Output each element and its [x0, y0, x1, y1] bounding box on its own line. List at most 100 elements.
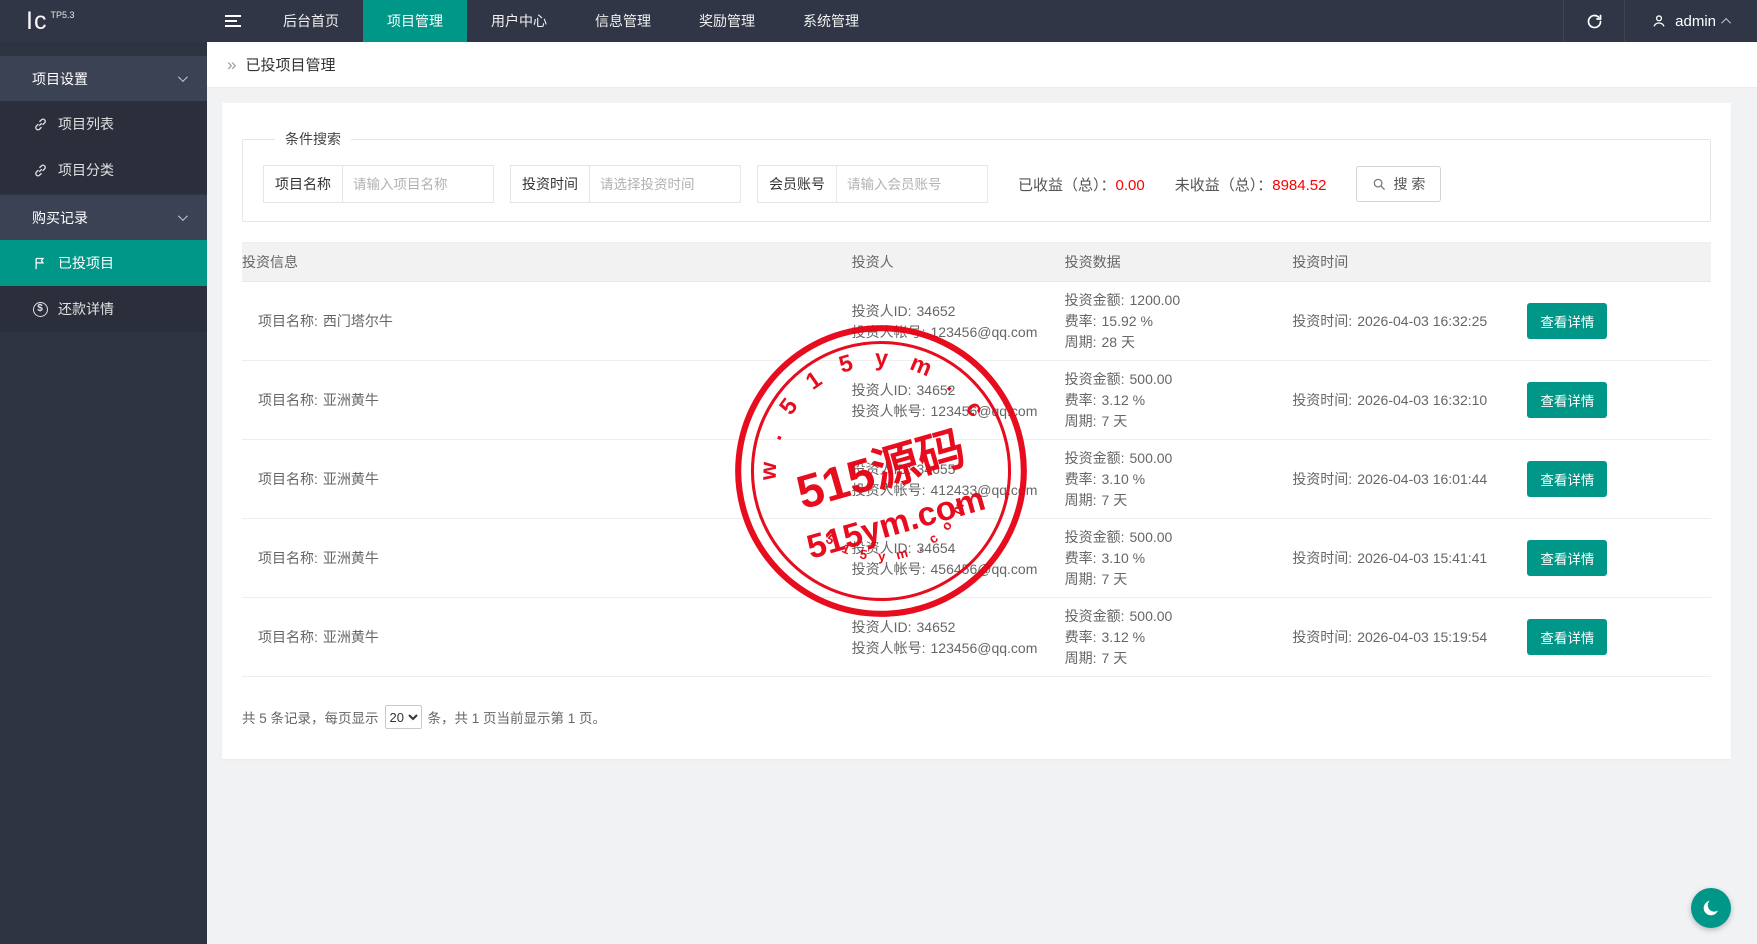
cycle-label: 周期:	[1065, 650, 1097, 666]
sidebar-item-project-list[interactable]: 项目列表	[0, 101, 207, 147]
header-invest-info: 投资信息	[242, 243, 852, 281]
header-investor: 投资人	[852, 243, 1065, 281]
search-button[interactable]: 搜 索	[1356, 166, 1441, 202]
view-details-button[interactable]: 查看详情	[1527, 619, 1607, 655]
amount-value: 1200.00	[1130, 292, 1181, 308]
topbar-right: admin	[1563, 0, 1757, 42]
search-row: 项目名称 投资时间 会员账号 已收益（总）：0.00	[263, 165, 1690, 203]
investor-id: 34655	[917, 461, 956, 477]
view-details-button[interactable]: 查看详情	[1527, 540, 1607, 576]
cycle-value: 7 天	[1102, 492, 1128, 508]
table-header: 投资信息 投资人 投资数据 投资时间	[242, 242, 1711, 282]
sidebar-group-label: 项目设置	[32, 69, 88, 89]
pagination-text-after: 条，共 1 页当前显示第 1 页。	[428, 707, 607, 727]
earned-total: 已收益（总）：0.00	[1018, 174, 1145, 195]
user-menu[interactable]: admin	[1625, 0, 1757, 42]
chevron-down-icon	[178, 72, 188, 82]
investor-id-label: 投资人ID:	[852, 303, 912, 319]
time-value: 2026-04-03 16:32:25	[1357, 313, 1487, 329]
table-row: 项目名称:亚洲黄牛 投资人ID:34655 投资人帐号:412433@qq.co…	[242, 440, 1711, 519]
cycle-label: 周期:	[1065, 492, 1097, 508]
project-name: 西门塔尔牛	[323, 313, 393, 329]
view-details-button[interactable]: 查看详情	[1527, 461, 1607, 497]
nav-item-info[interactable]: 信息管理	[571, 0, 675, 42]
dollar-icon: $	[32, 301, 48, 317]
time-label: 投资时间:	[1292, 471, 1352, 487]
rate-label: 费率:	[1065, 550, 1097, 566]
sidebar-item-label: 项目列表	[58, 114, 114, 134]
rate-label: 费率:	[1065, 313, 1097, 329]
invest-time-input[interactable]	[589, 165, 741, 203]
nav-item-users[interactable]: 用户中心	[467, 0, 571, 42]
investor-account-label: 投资人帐号:	[852, 324, 926, 340]
rate-value: 3.10 %	[1102, 550, 1146, 566]
theme-toggle-button[interactable]	[1691, 888, 1731, 928]
rate-value: 3.12 %	[1102, 629, 1146, 645]
time-value: 2026-04-03 15:19:54	[1357, 629, 1487, 645]
investor-account-label: 投资人帐号:	[852, 561, 926, 577]
time-value: 2026-04-03 15:41:41	[1357, 550, 1487, 566]
view-details-button[interactable]: 查看详情	[1527, 382, 1607, 418]
search-icon	[1372, 177, 1386, 191]
nav-item-rewards[interactable]: 奖励管理	[675, 0, 779, 42]
investor-id-label: 投资人ID:	[852, 540, 912, 556]
member-account-input[interactable]	[836, 165, 988, 203]
sidebar-collapse-button[interactable]	[207, 0, 259, 42]
investor-id-label: 投资人ID:	[852, 619, 912, 635]
amount-label: 投资金额:	[1065, 371, 1125, 387]
unearned-total: 未收益（总）：8984.52	[1175, 174, 1327, 195]
nav-item-system[interactable]: 系统管理	[779, 0, 883, 42]
amount-label: 投资金额:	[1065, 292, 1125, 308]
investor-id: 34654	[917, 540, 956, 556]
project-name: 亚洲黄牛	[323, 629, 379, 645]
crescent-icon	[1700, 897, 1722, 919]
investor-account: 123456@qq.com	[931, 640, 1038, 656]
invest-time-label: 投资时间	[510, 165, 590, 203]
top-bar: Ic TP5.3 后台首页 项目管理 用户中心 信息管理 奖励管理 系统管理	[0, 0, 1757, 42]
investor-account: 412433@qq.com	[931, 482, 1038, 498]
sidebar-item-label: 已投项目	[58, 253, 114, 273]
nav-item-home[interactable]: 后台首页	[259, 0, 363, 42]
page-size-select[interactable]: 20	[385, 705, 422, 729]
logo-text: Ic	[26, 7, 47, 36]
investor-id: 34652	[917, 619, 956, 635]
sidebar-group-project-settings[interactable]: 项目设置	[0, 56, 207, 101]
top-navigation: 后台首页 项目管理 用户中心 信息管理 奖励管理 系统管理	[259, 0, 883, 42]
sidebar-item-invested-projects[interactable]: 已投项目	[0, 240, 207, 286]
pagination-text-before: 共 5 条记录，每页显示	[242, 707, 379, 727]
sidebar-group-purchase-records[interactable]: 购买记录	[0, 195, 207, 240]
cycle-value: 7 天	[1102, 413, 1128, 429]
time-label: 投资时间:	[1292, 392, 1352, 408]
table-row: 项目名称:亚洲黄牛 投资人ID:34654 投资人帐号:456456@qq.co…	[242, 519, 1711, 598]
sidebar-item-label: 还款详情	[58, 299, 114, 319]
amount-label: 投资金额:	[1065, 450, 1125, 466]
investor-account: 456456@qq.com	[931, 561, 1038, 577]
invest-table: 投资信息 投资人 投资数据 投资时间 项目名称: 西门塔尔牛 投资人ID: 3465…	[242, 242, 1711, 677]
investor-account: 123456@qq.com	[931, 403, 1038, 419]
project-name-input[interactable]	[342, 165, 494, 203]
project-name: 亚洲黄牛	[323, 392, 379, 408]
sidebar-item-repayment-details[interactable]: $ 还款详情	[0, 286, 207, 332]
project-label: 项目名称:	[258, 392, 318, 408]
view-details-button[interactable]: 查看详情	[1527, 303, 1607, 339]
project-name-label: 项目名称	[263, 165, 343, 203]
sidebar-group-label: 购买记录	[32, 208, 88, 228]
project-name: 亚洲黄牛	[323, 550, 379, 566]
investor-account: 123456@qq.com	[931, 324, 1038, 340]
table-row: 项目名称:亚洲黄牛 投资人ID:34652 投资人帐号:123456@qq.co…	[242, 361, 1711, 440]
sidebar: 项目设置 项目列表 项目分类	[0, 42, 207, 944]
investor-id-label: 投资人ID:	[852, 382, 912, 398]
unearned-total-label: 未收益（总）：	[1175, 177, 1273, 194]
project-label: 项目名称:	[258, 471, 318, 487]
content-panel: 条件搜索 项目名称 投资时间 会员账号	[222, 103, 1731, 759]
rate-label: 费率:	[1065, 629, 1097, 645]
amount-label: 投资金额:	[1065, 608, 1125, 624]
nav-item-projects[interactable]: 项目管理	[363, 0, 467, 42]
app-window: Ic TP5.3 后台首页 项目管理 用户中心 信息管理 奖励管理 系统管理	[0, 0, 1757, 944]
sidebar-item-project-category[interactable]: 项目分类	[0, 147, 207, 193]
logo-version: TP5.3	[50, 10, 74, 20]
refresh-button[interactable]	[1563, 0, 1625, 42]
pagination: 共 5 条记录，每页显示 20 条，共 1 页当前显示第 1 页。	[242, 705, 1711, 729]
breadcrumb: » 已投项目管理	[207, 42, 1757, 88]
time-label: 投资时间:	[1292, 313, 1352, 329]
